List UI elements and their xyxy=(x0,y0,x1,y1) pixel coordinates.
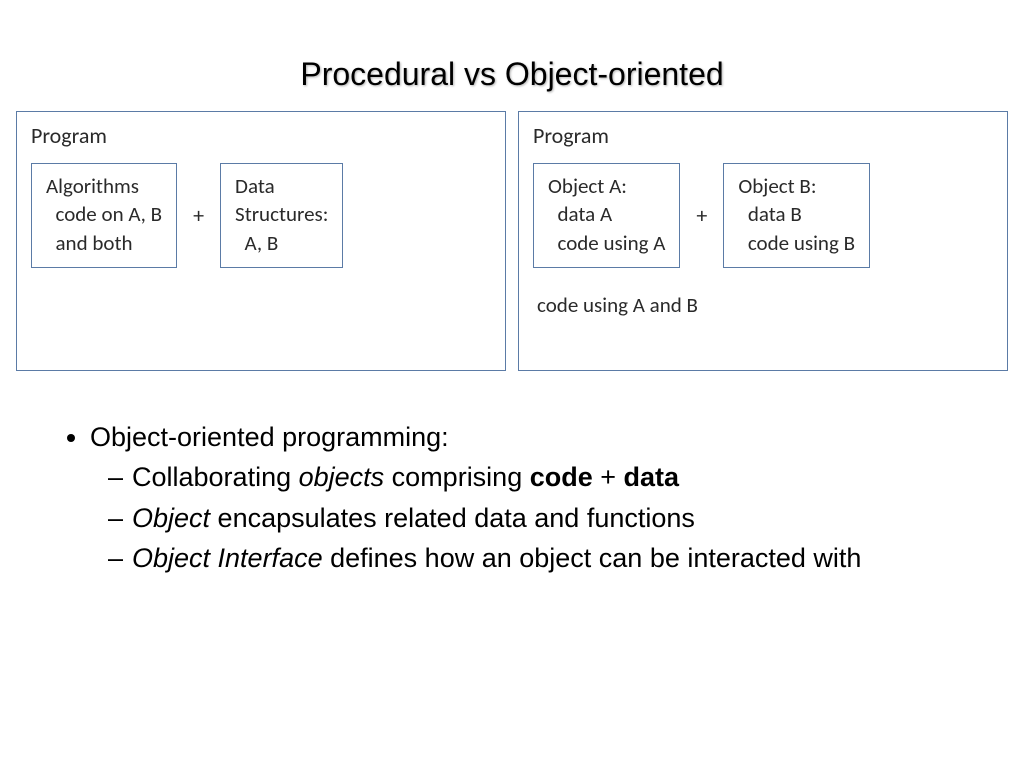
list-item: Object Interface defines how an object c… xyxy=(132,540,974,576)
bullet-list: Object-oriented programming: Collaborati… xyxy=(0,371,1024,577)
text: + xyxy=(593,462,624,492)
text-italic: Object Interface xyxy=(132,543,323,573)
data-structures-box: Data Structures: A, B xyxy=(220,163,343,268)
text-italic: objects xyxy=(299,462,385,492)
procedural-panel: Program Algorithms code on A, B and both… xyxy=(16,111,506,371)
text: encapsulates related data and functions xyxy=(210,503,695,533)
panel-label: Program xyxy=(31,122,491,149)
list-item: Collaborating objects comprising code + … xyxy=(132,459,974,495)
text-bold: data xyxy=(624,462,680,492)
text-bold: code xyxy=(530,462,593,492)
slide-title: Procedural vs Object-oriented xyxy=(0,0,1024,111)
text-italic: Object xyxy=(132,503,210,533)
plus-symbol: + xyxy=(187,202,210,229)
algorithms-box: Algorithms code on A, B and both xyxy=(31,163,177,268)
object-b-box: Object B: data B code using B xyxy=(723,163,870,268)
list-item: Object encapsulates related data and fun… xyxy=(132,500,974,536)
plus-symbol: + xyxy=(690,202,713,229)
panel-inner-row: Object A: data A code using A + Object B… xyxy=(533,163,993,268)
diagram-row: Program Algorithms code on A, B and both… xyxy=(0,111,1024,371)
list-item: Object-oriented programming: Collaborati… xyxy=(90,419,974,577)
text: Collaborating xyxy=(132,462,299,492)
panel-inner-row: Algorithms code on A, B and both + Data … xyxy=(31,163,491,268)
oo-panel: Program Object A: data A code using A + … xyxy=(518,111,1008,371)
text: comprising xyxy=(384,462,530,492)
text: defines how an object can be interacted … xyxy=(323,543,862,573)
bullet-top-text: Object-oriented programming: xyxy=(90,422,449,452)
object-a-box: Object A: data A code using A xyxy=(533,163,680,268)
panel-label: Program xyxy=(533,122,993,149)
panel-footer-text: code using A and B xyxy=(537,292,993,318)
